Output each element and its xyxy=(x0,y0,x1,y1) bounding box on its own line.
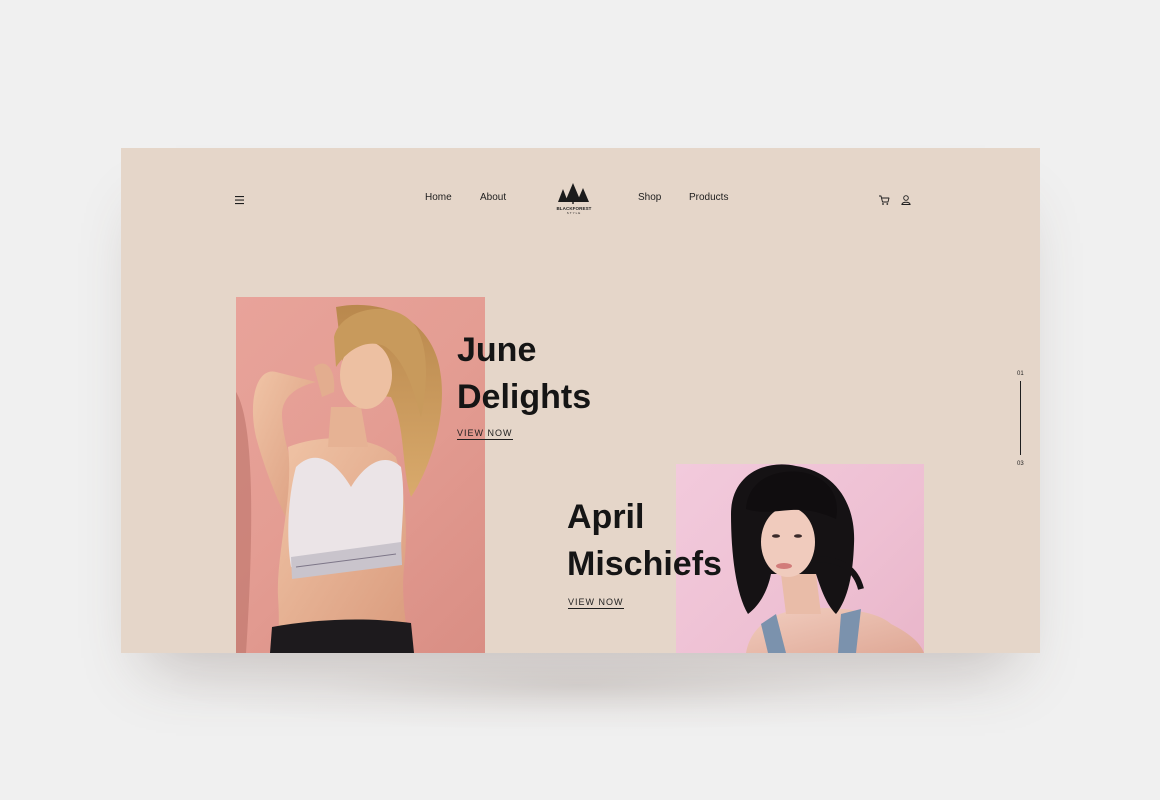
hamburger-icon[interactable] xyxy=(234,193,246,205)
card-shadow xyxy=(170,640,990,730)
model-photo-1 xyxy=(236,304,442,653)
slide-2-title-line-2: Mischiefs xyxy=(567,545,722,583)
slide-1-title-line-2: Delights xyxy=(457,378,592,416)
user-icon[interactable] xyxy=(900,193,912,205)
hero-frame: Home About BLACKFOREST STYLE Shop Produc… xyxy=(121,148,1040,653)
slide-indicator-current[interactable]: 01 xyxy=(1017,371,1024,377)
logo-tagline: STYLE xyxy=(566,211,582,215)
cart-icon[interactable] xyxy=(878,193,890,205)
slide-2-view-now-link[interactable]: VIEW NOW xyxy=(568,597,624,609)
nav-about[interactable]: About xyxy=(480,192,506,203)
slide-1-image[interactable] xyxy=(236,297,485,653)
slide-indicator-track[interactable] xyxy=(1020,381,1021,455)
nav-products[interactable]: Products xyxy=(689,192,728,203)
slide-indicator-total[interactable]: 03 xyxy=(1017,461,1024,467)
slide-2-title-line-1: April xyxy=(567,498,645,536)
slide-1-title-line-1: June xyxy=(457,331,537,369)
pine-trees-logo-icon xyxy=(558,183,589,204)
nav-home[interactable]: Home xyxy=(425,192,452,203)
brand-logo[interactable]: BLACKFOREST STYLE xyxy=(555,181,593,215)
slide-1-view-now-link[interactable]: VIEW NOW xyxy=(457,428,513,440)
nav-shop[interactable]: Shop xyxy=(638,192,661,203)
